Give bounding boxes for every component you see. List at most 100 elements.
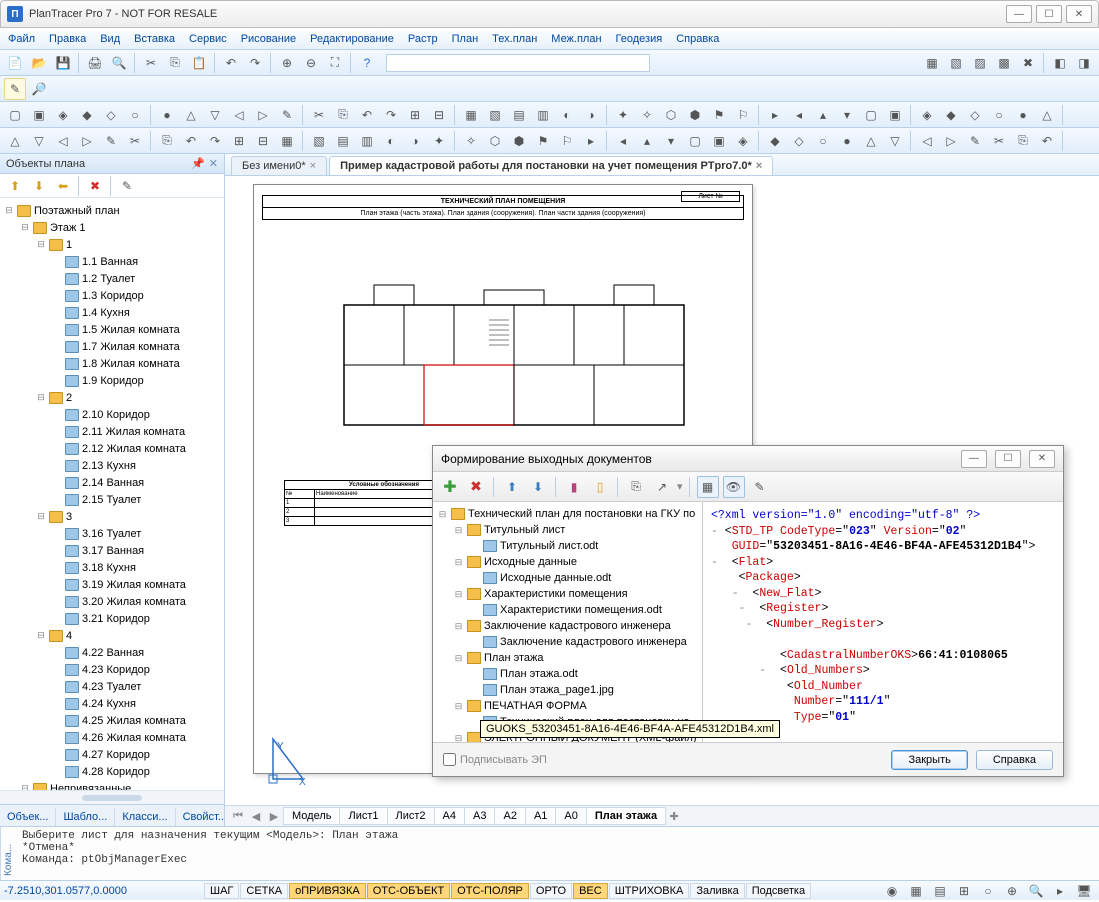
toolbar-4-btn-32[interactable]: ○ — [812, 130, 834, 152]
undo-icon[interactable]: ↶ — [220, 52, 242, 74]
tree-item[interactable]: ⊟Непривязанные — [0, 780, 224, 790]
tree-item[interactable]: 1.5 Жилая комната — [0, 321, 224, 338]
toolbar-3-btn-1[interactable]: ▣ — [28, 104, 50, 126]
toolbar-4-btn-7[interactable]: ↶ — [180, 130, 202, 152]
tree-item[interactable]: 2.12 Жилая комната — [0, 440, 224, 457]
toolbar-3-btn-2[interactable]: ◈ — [52, 104, 74, 126]
copy2-icon[interactable]: ⎘ — [625, 476, 647, 498]
toolbar-3-btn-34[interactable]: ▢ — [860, 104, 882, 126]
dialog-tree-item[interactable]: Исходные данные.odt — [433, 570, 702, 586]
toolbar-3-btn-31[interactable]: ◂ — [788, 104, 810, 126]
tree-item[interactable]: 4.22 Ванная — [0, 644, 224, 661]
toolbar-4-btn-9[interactable]: ⊞ — [228, 130, 250, 152]
toolbar-3-btn-18[interactable]: ▦ — [460, 104, 482, 126]
status-toggle-ВЕС[interactable]: ВЕС — [573, 883, 608, 899]
toolbar-4-btn-6[interactable]: ⎘ — [156, 130, 178, 152]
toolbar-4-btn-28[interactable]: ▣ — [708, 130, 730, 152]
menu-Растр[interactable]: Растр — [408, 33, 438, 45]
command-input[interactable] — [386, 54, 650, 72]
menu-Правка[interactable]: Правка — [49, 33, 86, 45]
toolbar-3-btn-19[interactable]: ▧ — [484, 104, 506, 126]
redo-icon[interactable]: ↷ — [244, 52, 266, 74]
toolbar-4-btn-39[interactable]: ✂ — [988, 130, 1010, 152]
tree-item[interactable]: 4.25 Жилая комната — [0, 712, 224, 729]
tree-item[interactable]: 3.16 Туалет — [0, 525, 224, 542]
menu-Редактирование[interactable]: Редактирование — [310, 33, 394, 45]
toolbar-3-btn-33[interactable]: ▾ — [836, 104, 858, 126]
tree-item[interactable]: 2.14 Ванная — [0, 474, 224, 491]
toolbar-4-btn-30[interactable]: ◆ — [764, 130, 786, 152]
toolbar-4-btn-11[interactable]: ▦ — [276, 130, 298, 152]
toolbar-4-btn-35[interactable]: ▽ — [884, 130, 906, 152]
toolbar-3-btn-11[interactable]: ✎ — [276, 104, 298, 126]
new-icon[interactable]: 📄 — [4, 52, 26, 74]
tab-prev-icon[interactable]: ◀ — [247, 810, 265, 823]
save-icon[interactable]: 💾 — [52, 52, 74, 74]
toolbar-4-btn-41[interactable]: ↶ — [1036, 130, 1058, 152]
toolbar-4-btn-24[interactable]: ◂ — [612, 130, 634, 152]
tree-item[interactable]: 2.15 Туалет — [0, 491, 224, 508]
sheet-tab[interactable]: Лист2 — [387, 807, 435, 825]
help-icon[interactable]: ? — [356, 52, 378, 74]
dialog-tree-item[interactable]: ⊟ПЕЧАТНАЯ ФОРМА — [433, 698, 702, 714]
sheet-tab[interactable]: A2 — [494, 807, 525, 825]
status-toggle-ОТС-ОБЪЕКТ[interactable]: ОТС-ОБЪЕКТ — [367, 883, 450, 899]
menu-Сервис[interactable]: Сервис — [189, 33, 227, 45]
toolbar-4-btn-36[interactable]: ◁ — [916, 130, 938, 152]
status-toggle-Заливка[interactable]: Заливка — [690, 883, 744, 899]
dialog-tree-item[interactable]: План этажа_page1.jpg — [433, 682, 702, 698]
tab-next-icon[interactable]: ▶ — [265, 810, 283, 823]
status-toggle-СЕТКА[interactable]: СЕТКА — [240, 883, 288, 899]
menu-Тех.план[interactable]: Тех.план — [492, 33, 537, 45]
zoom-out-icon[interactable]: ⊖ — [300, 52, 322, 74]
close-button-dlg[interactable]: Закрыть — [891, 750, 967, 770]
tree-item[interactable]: 4.23 Туалет — [0, 678, 224, 695]
status-icon-9[interactable]: 🖥 — [1073, 880, 1095, 902]
toolbar-4-btn-22[interactable]: ⚐ — [556, 130, 578, 152]
toolbar-4-btn-23[interactable]: ▸ — [580, 130, 602, 152]
open-icon[interactable]: 📂 — [28, 52, 50, 74]
xml-preview[interactable]: <?xml version="1.0" encoding="utf-8" ?> … — [703, 502, 1063, 742]
toolbar-3-btn-3[interactable]: ◆ — [76, 104, 98, 126]
dialog-tree-item[interactable]: ⊟Технический план для постановки на ГКУ … — [433, 506, 702, 522]
tree-item[interactable]: 4.28 Коридор — [0, 763, 224, 780]
status-toggle-ОТС-ПОЛЯР[interactable]: ОТС-ПОЛЯР — [451, 883, 529, 899]
sheet-tab[interactable]: Модель — [283, 807, 340, 825]
toolbar-4-btn-15[interactable]: ◐ — [380, 130, 402, 152]
toolbar-4-btn-21[interactable]: ⚑ — [532, 130, 554, 152]
status-icon-1[interactable]: ◉ — [881, 880, 903, 902]
tree-item[interactable]: ⊟4 — [0, 627, 224, 644]
menu-Справка[interactable]: Справка — [676, 33, 719, 45]
toolbar-4-btn-3[interactable]: ▷ — [76, 130, 98, 152]
toolbar-4-btn-12[interactable]: ▧ — [308, 130, 330, 152]
toolbar-3-btn-5[interactable]: ○ — [124, 104, 146, 126]
toolbar-3-btn-41[interactable]: △ — [1036, 104, 1058, 126]
tree-item[interactable]: 2.10 Коридор — [0, 406, 224, 423]
tool-e-icon[interactable]: ✖ — [1017, 52, 1039, 74]
toolbar-4-btn-13[interactable]: ▤ — [332, 130, 354, 152]
toolbar-4-btn-1[interactable]: ▽ — [28, 130, 50, 152]
toolbar-3-btn-27[interactable]: ⬢ — [684, 104, 706, 126]
toolbar-3-btn-40[interactable]: ● — [1012, 104, 1034, 126]
toolbar-4-btn-17[interactable]: ✦ — [428, 130, 450, 152]
move-down-icon[interactable]: ⬇ — [527, 476, 549, 498]
toolbar-3-btn-0[interactable]: ▢ — [4, 104, 26, 126]
tree-item[interactable]: 3.21 Коридор — [0, 610, 224, 627]
tool-c-icon[interactable]: ▨ — [969, 52, 991, 74]
tree-item[interactable]: 4.26 Жилая комната — [0, 729, 224, 746]
tree-item[interactable]: 1.7 Жилая комната — [0, 338, 224, 355]
toolbar-3-btn-6[interactable]: ● — [156, 104, 178, 126]
down-icon[interactable]: ⬇ — [28, 175, 50, 197]
menu-Вставка[interactable]: Вставка — [134, 33, 175, 45]
tool-a-icon[interactable]: ▦ — [921, 52, 943, 74]
toolbar-3-btn-38[interactable]: ◇ — [964, 104, 986, 126]
toolbar-4-btn-33[interactable]: ● — [836, 130, 858, 152]
tree-item[interactable]: 4.24 Кухня — [0, 695, 224, 712]
edit2-icon[interactable]: ✎ — [749, 476, 771, 498]
toolbar-3-btn-21[interactable]: ▥ — [532, 104, 554, 126]
doc-icon[interactable]: ▯ — [589, 476, 611, 498]
menu-Геодезия[interactable]: Геодезия — [616, 33, 663, 45]
left-tab[interactable]: Объек... — [0, 808, 56, 826]
left-tab[interactable]: Класси... — [115, 808, 175, 826]
toolbar-3-btn-14[interactable]: ↶ — [356, 104, 378, 126]
